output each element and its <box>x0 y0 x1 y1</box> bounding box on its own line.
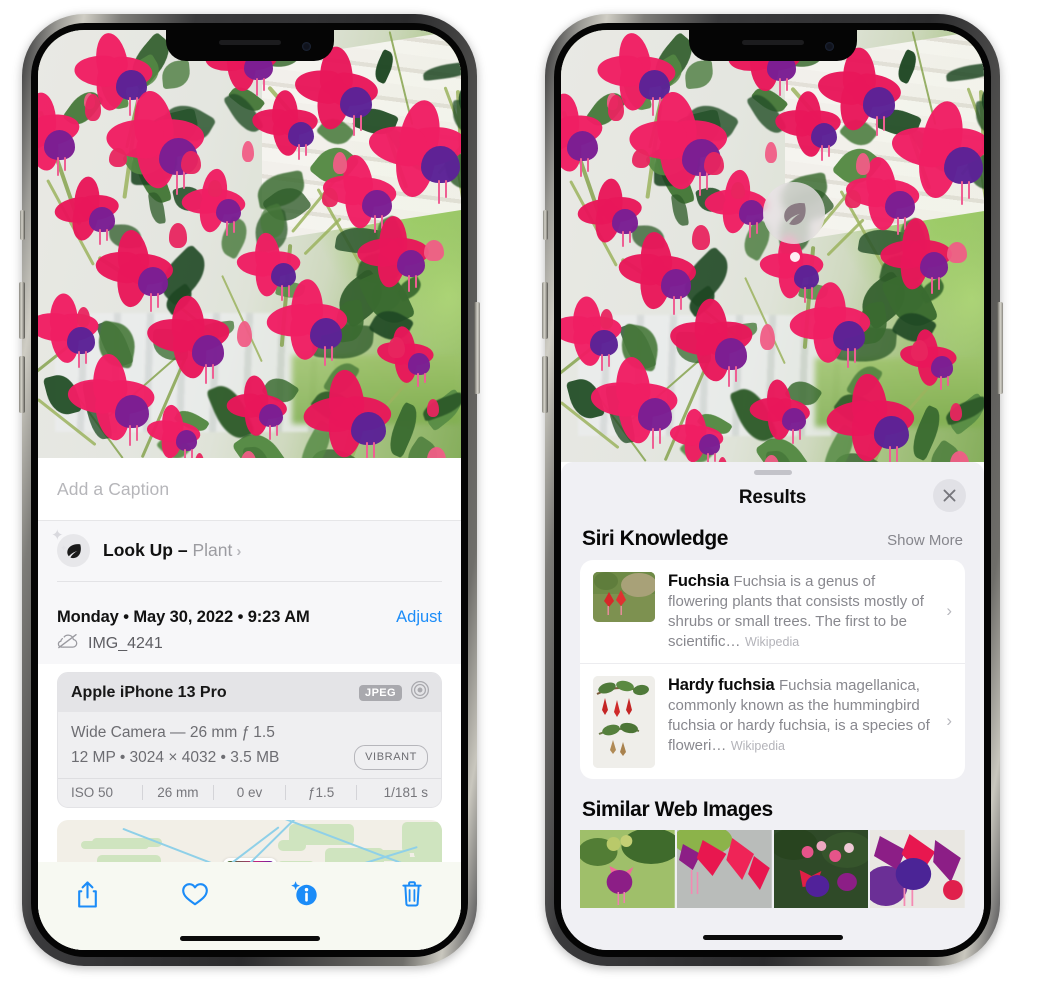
mute-switch[interactable] <box>543 210 548 240</box>
share-button[interactable] <box>66 875 108 913</box>
chevron-right-icon: › <box>946 601 952 621</box>
volume-down-button[interactable] <box>542 356 548 413</box>
exif-aperture: ƒ1.5 <box>307 785 335 801</box>
similar-web-images-title: Similar Web Images <box>582 797 773 821</box>
sparkle-small-icon: ✦ <box>60 543 68 553</box>
result-title: Fuchsia <box>668 572 729 590</box>
iphone-right: Results Siri Knowledge Show More Fuchsia… <box>542 14 1003 966</box>
volume-up-button[interactable] <box>19 282 25 339</box>
vibrant-badge: VIBRANT <box>354 745 428 771</box>
chevron-right-icon: › <box>946 711 952 731</box>
exif-focal: 26 mm <box>157 785 199 801</box>
cloud-slash-icon <box>57 633 79 654</box>
similar-image-thumbnail[interactable] <box>769 827 873 908</box>
device-name: Apple iPhone 13 Pro <box>71 683 227 701</box>
results-title: Results <box>738 487 807 508</box>
exif-metadata-card[interactable]: Apple iPhone 13 Pro JPEG Wide Camera — 2… <box>57 672 442 809</box>
result-thumbnail <box>593 675 655 768</box>
earpiece-speaker <box>218 40 281 45</box>
result-thumbnail <box>593 572 655 622</box>
look-up-prefix: Look Up – <box>103 540 193 560</box>
knowledge-result-row[interactable]: Hardy fuchsia Fuchsia magellanica, commo… <box>580 662 965 779</box>
look-up-label: Look Up – Plant › <box>103 540 241 561</box>
capture-info-block: Monday • May 30, 2022 • 9:23 AM Adjust I… <box>38 597 461 664</box>
favorite-button[interactable] <box>174 875 216 913</box>
show-more-button[interactable]: Show More <box>887 532 963 549</box>
photo-viewer[interactable] <box>38 30 461 458</box>
phone-screen-left: Add a Caption ✦ ✦ Look Up – Plant › Mond… <box>38 30 461 950</box>
look-up-badge[interactable] <box>763 182 825 244</box>
adjust-button[interactable]: Adjust <box>396 608 442 627</box>
exif-ev: 0 ev <box>236 785 263 801</box>
result-text: Fuchsia Fuchsia is a genus of flowering … <box>668 572 952 652</box>
exif-values-row: ISO 50 26 mm 0 ev ƒ1.5 1/181 s <box>58 778 441 807</box>
photo-viewer[interactable] <box>561 30 984 462</box>
front-camera-icon <box>824 42 834 51</box>
power-button[interactable] <box>997 302 1003 394</box>
camera-lens-icon <box>410 680 430 705</box>
results-header: Results <box>561 475 984 521</box>
siri-knowledge-title: Siri Knowledge <box>582 527 729 550</box>
caption-field-row[interactable]: Add a Caption <box>38 458 461 521</box>
delete-button[interactable] <box>391 875 433 913</box>
mute-switch[interactable] <box>20 210 25 240</box>
specs-row: 12 MP • 3024 × 4032 • 3.5 MB VIBRANT <box>71 745 428 771</box>
similar-web-images-header: Similar Web Images <box>561 779 984 830</box>
front-camera-icon <box>301 42 311 51</box>
volume-down-button[interactable] <box>19 356 25 413</box>
siri-knowledge-header: Siri Knowledge Show More <box>561 521 984 560</box>
similar-web-images-grid <box>561 823 984 908</box>
home-indicator[interactable] <box>702 935 843 940</box>
exif-body: Wide Camera — 26 mm ƒ 1.5 12 MP • 3024 ×… <box>58 712 441 778</box>
look-up-subject: Plant <box>192 540 233 560</box>
screenshot-root: Add a Caption ✦ ✦ Look Up – Plant › Mond… <box>0 0 1055 985</box>
power-button[interactable] <box>474 302 480 394</box>
exif-device-row: Apple iPhone 13 Pro JPEG <box>58 673 441 712</box>
chevron-right-icon: › <box>236 543 242 560</box>
date-row: Monday • May 30, 2022 • 9:23 AM Adjust <box>57 608 442 627</box>
result-title: Hardy fuchsia <box>668 675 775 694</box>
result-source: Wikipedia <box>744 634 800 649</box>
filename-row: IMG_4241 <box>57 633 442 654</box>
siri-knowledge-card: Fuchsia Fuchsia is a genus of flowering … <box>580 560 965 779</box>
phone-screen-right: Results Siri Knowledge Show More Fuchsia… <box>561 30 984 950</box>
home-indicator[interactable] <box>179 936 320 941</box>
fuchsia-plant <box>561 30 984 462</box>
photo-toolbar <box>38 862 461 950</box>
results-sheet: Results Siri Knowledge Show More Fuchsia… <box>561 462 984 950</box>
notch <box>688 30 857 61</box>
divider <box>57 581 442 582</box>
capture-date: Monday • May 30, 2022 • 9:23 AM <box>57 608 310 626</box>
result-text: Hardy fuchsia Fuchsia magellanica, commo… <box>668 676 952 756</box>
similar-image-thumbnail[interactable] <box>672 823 772 908</box>
iphone-left: Add a Caption ✦ ✦ Look Up – Plant › Mond… <box>19 14 480 966</box>
exif-shutter: 1/181 s <box>383 785 428 801</box>
look-up-row[interactable]: ✦ ✦ Look Up – Plant › <box>51 528 442 567</box>
earpiece-speaker <box>741 40 804 45</box>
volume-up-button[interactable] <box>542 282 548 339</box>
similar-image-thumbnail[interactable] <box>578 827 681 908</box>
format-badge: JPEG <box>359 684 402 701</box>
sparkle-icon: ✦ <box>51 527 64 544</box>
similar-image-thumbnail[interactable] <box>864 829 965 908</box>
fuchsia-plant <box>38 30 461 458</box>
look-up-section: ✦ ✦ Look Up – Plant › <box>38 521 461 597</box>
specs-line: 12 MP • 3024 × 4032 • 3.5 MB <box>71 748 280 766</box>
close-button[interactable] <box>933 479 966 512</box>
filename-text: IMG_4241 <box>88 634 163 652</box>
exif-iso: ISO 50 <box>71 785 114 801</box>
notch <box>165 30 334 61</box>
caption-placeholder: Add a Caption <box>57 478 170 499</box>
device-badges: JPEG <box>359 680 430 705</box>
result-source: Wikipedia <box>730 738 785 753</box>
look-up-anchor-dot <box>790 252 800 262</box>
knowledge-result-row[interactable]: Fuchsia Fuchsia is a genus of flowering … <box>580 560 965 663</box>
lens-line: Wide Camera — 26 mm ƒ 1.5 <box>71 724 275 741</box>
info-button[interactable] <box>283 875 325 913</box>
